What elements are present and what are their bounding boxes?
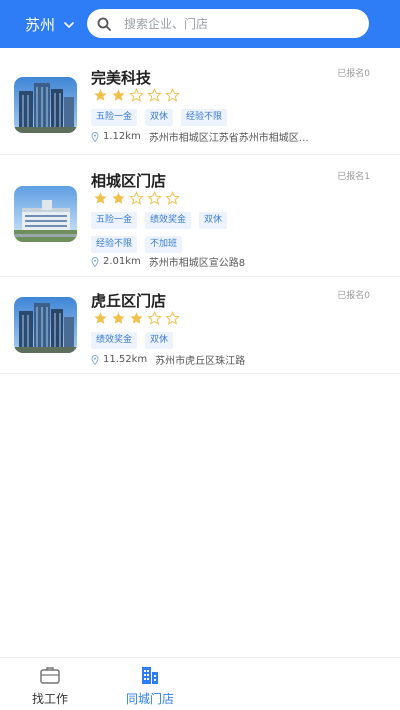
benefit-tag: 不加班 [145,236,183,253]
benefit-tags: 五险一金 绩效奖金 双休 经验不限 不加班 [91,212,251,253]
benefit-tags: 五险一金 双休 经验不限 [91,109,351,126]
top-bar: 苏州 [0,0,400,48]
star-filled-icon [94,89,107,101]
star-rating [93,191,180,206]
benefit-tag: 五险一金 [91,212,138,229]
signup-count: 已报名0 [337,291,370,301]
star-empty-icon [165,88,180,102]
store-card[interactable]: 完美科技 已报名0 五险一金 双休 经验不限 1.12km 苏州市相城区江苏省苏… [0,50,400,155]
briefcase-icon [40,667,60,684]
store-photo [14,186,77,242]
star-filled-icon [94,312,107,324]
star-empty-icon [165,311,180,325]
benefit-tag: 五险一金 [91,109,138,126]
benefit-tag: 经验不限 [181,109,228,126]
star-empty-icon [129,191,144,205]
buildings-icon [142,667,158,684]
star-rating [93,311,180,326]
city-label: 苏州 [25,16,56,34]
benefit-tag: 绩效奖金 [91,332,138,349]
benefit-tag: 双休 [199,212,228,229]
store-card[interactable]: 相城区门店 已报名1 五险一金 绩效奖金 双休 经验不限 不加班 2.01km … [0,155,400,277]
star-filled-icon [112,89,125,101]
tab-find-job[interactable]: 找工作 [0,664,100,707]
city-selector[interactable]: 苏州 [25,14,74,35]
store-photo [14,297,77,353]
star-empty-icon [147,311,162,325]
bottom-tab-bar: 找工作 同城门店 [0,657,400,710]
star-empty-icon [129,88,144,102]
tab-local-stores[interactable]: 同城门店 [100,664,200,707]
search-icon [97,17,111,31]
store-card[interactable]: 虎丘区门店 已报名0 绩效奖金 双休 11.52km 苏州市虎丘区珠江路 [0,277,400,374]
location-pin-icon [91,354,99,365]
star-rating [93,88,180,103]
address: 苏州市相城区宣公路8 [148,258,246,269]
store-location: 2.01km 苏州市相城区宣公路8 [91,254,245,269]
benefit-tag: 双休 [145,109,174,126]
chevron-down-icon [64,21,74,28]
benefit-tags: 绩效奖金 双休 [91,332,351,349]
star-empty-icon [165,191,180,205]
star-filled-icon [112,312,125,324]
store-name: 虎丘区门店 [91,292,167,310]
store-photo [14,77,77,133]
benefit-tag: 经验不限 [91,236,138,253]
tab-label: 同城门店 [125,692,174,706]
store-list: 完美科技 已报名0 五险一金 双休 经验不限 1.12km 苏州市相城区江苏省苏… [0,50,400,374]
store-location: 1.12km 苏州市相城区江苏省苏州市相城区… [91,129,309,144]
address: 苏州市相城区江苏省苏州市相城区… [148,133,309,144]
star-filled-icon [112,192,125,204]
signup-count: 已报名1 [337,172,370,182]
store-name: 完美科技 [91,69,152,87]
star-filled-icon [130,312,143,324]
star-empty-icon [147,88,162,102]
store-location: 11.52km 苏州市虎丘区珠江路 [91,352,245,367]
signup-count: 已报名0 [337,69,370,79]
location-pin-icon [91,131,99,142]
distance: 1.12km [103,131,141,142]
tab-label: 找工作 [31,692,68,706]
benefit-tag: 绩效奖金 [145,212,192,229]
distance: 11.52km [103,354,148,365]
search-bar[interactable] [87,9,369,38]
star-empty-icon [147,191,162,205]
search-input[interactable] [124,16,344,31]
store-name: 相城区门店 [91,172,167,190]
benefit-tag: 双休 [145,332,174,349]
address: 苏州市虎丘区珠江路 [155,356,246,367]
star-filled-icon [94,192,107,204]
location-pin-icon [91,256,99,267]
distance: 2.01km [103,256,141,267]
